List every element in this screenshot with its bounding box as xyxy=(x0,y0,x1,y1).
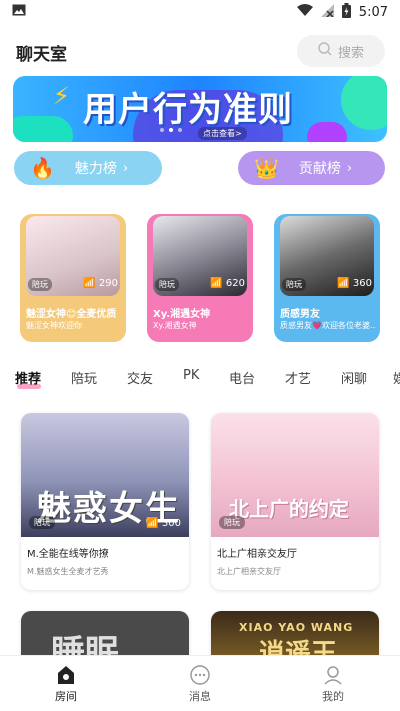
banner-subtitle: 点击查看> xyxy=(198,127,247,140)
wifi-icon xyxy=(296,4,313,20)
banner-decoration xyxy=(307,122,347,142)
room-tag: 陪玩 xyxy=(155,278,179,291)
hot-room-card[interactable]: 陪玩 📶 620 Xy.湘遇女神 Xy.湘遇女神 xyxy=(147,214,253,342)
room-count-value: 300 xyxy=(161,518,181,529)
nav-label: 消息 xyxy=(189,690,211,703)
tab-pk[interactable]: PK xyxy=(183,368,199,383)
gallery-icon xyxy=(12,4,26,20)
charm-ranking-button[interactable]: 🔥 魅力榜 › xyxy=(14,151,162,185)
room-count: 📶 360 xyxy=(337,278,372,289)
room-name: 质感男友 xyxy=(280,309,320,320)
nav-messages[interactable]: 消息 xyxy=(160,662,240,704)
chevron-right-icon: › xyxy=(346,160,353,176)
indicator-dot xyxy=(169,128,173,132)
room-count-value: 290 xyxy=(98,278,118,289)
room-count: 📶 300 xyxy=(146,518,181,529)
room-cover: 北上广的约定 陪玩 xyxy=(211,413,379,537)
contribution-ranking-label: 贡献榜 xyxy=(298,161,341,177)
tab-social[interactable]: 交友 xyxy=(127,368,153,387)
fire-icon: 🔥 xyxy=(30,156,55,180)
banner-indicator xyxy=(160,128,182,132)
tab-chat[interactable]: 闲聊 xyxy=(341,368,367,387)
room-tag: 陪玩 xyxy=(282,278,306,291)
category-tabs: 推荐 陪玩 交友 PK 电台 才艺 闲聊 娱 xyxy=(0,368,400,390)
charm-ranking-label: 魅力榜 xyxy=(74,161,117,177)
nav-rooms[interactable]: 房间 xyxy=(26,662,106,704)
battery-icon xyxy=(341,2,351,22)
chevron-right-icon: › xyxy=(122,160,129,176)
room-desc: Xy.湘遇女神 xyxy=(153,321,197,330)
room-tag: 陪玩 xyxy=(219,516,245,529)
room-name: 魅涩女神😊全麦优质 xyxy=(26,309,117,320)
room-count-value: 360 xyxy=(352,278,372,289)
tab-radio[interactable]: 电台 xyxy=(229,368,255,387)
bottom-nav: 房间 消息 我的 xyxy=(0,655,400,711)
indicator-dot xyxy=(178,128,182,132)
crown-icon: 👑 xyxy=(254,156,279,180)
room-card[interactable]: 魅惑女生 陪玩 📶 300 M.全能在线等你撩 M.魅惑女生全麦才艺秀 xyxy=(21,413,189,590)
banner[interactable]: ⚡ 用户行为准则 点击查看> xyxy=(13,76,387,142)
home-icon xyxy=(26,662,106,688)
room-subtitle: 北上广相亲交友厅 xyxy=(217,567,281,576)
page-title: 聊天室 xyxy=(16,45,67,65)
room-count: 📶 620 xyxy=(210,278,245,289)
banner-decoration xyxy=(341,76,387,130)
search-bar[interactable]: 搜索 xyxy=(297,35,385,67)
tab-entertainment[interactable]: 娱 xyxy=(393,368,400,387)
hot-room-card[interactable]: 陪玩 📶 290 魅涩女神😊全麦优质 魅涩女神欢迎你 xyxy=(20,214,126,342)
header: 聊天室 搜索 xyxy=(0,34,400,70)
room-tag: 陪玩 xyxy=(29,516,55,529)
no-signal-icon xyxy=(320,3,334,21)
banner-decoration xyxy=(13,116,73,142)
profile-icon xyxy=(293,662,373,688)
hot-room-card[interactable]: 陪玩 📶 360 质感男友 质感男友💗欢迎各位老婆... xyxy=(274,214,380,342)
tab-recommend[interactable]: 推荐 xyxy=(15,368,41,387)
room-title: 北上广相亲交友厅 xyxy=(217,549,297,560)
nav-label: 我的 xyxy=(322,690,344,703)
search-placeholder: 搜索 xyxy=(337,45,364,61)
room-subtitle: M.魅惑女生全麦才艺秀 xyxy=(27,567,109,576)
room-desc: 质感男友💗欢迎各位老婆... xyxy=(280,321,376,330)
status-time: 5:07 xyxy=(358,4,388,20)
room-name: Xy.湘遇女神 xyxy=(153,309,211,320)
cover-text: 北上广的约定 xyxy=(229,497,349,521)
room-tag: 陪玩 xyxy=(28,278,52,291)
lightning-icon: ⚡ xyxy=(53,82,70,110)
room-count: 📶 290 xyxy=(83,278,118,289)
room-card[interactable]: 北上广的约定 陪玩 北上广相亲交友厅 北上广相亲交友厅 xyxy=(211,413,379,590)
search-icon xyxy=(318,42,332,60)
tab-companion[interactable]: 陪玩 xyxy=(71,368,97,387)
tab-talent[interactable]: 才艺 xyxy=(285,368,311,387)
banner-title: 用户行为准则 xyxy=(83,90,293,130)
nav-label: 房间 xyxy=(55,690,77,703)
indicator-dot xyxy=(160,128,164,132)
message-icon xyxy=(160,662,240,688)
room-title: M.全能在线等你撩 xyxy=(27,549,109,560)
nav-profile[interactable]: 我的 xyxy=(293,662,373,704)
room-count-value: 620 xyxy=(225,278,245,289)
contribution-ranking-button[interactable]: 👑 贡献榜 › xyxy=(238,151,385,185)
status-bar: 5:07 xyxy=(0,0,400,24)
room-desc: 魅涩女神欢迎你 xyxy=(26,321,82,330)
room-cover: 魅惑女生 陪玩 📶 300 xyxy=(21,413,189,537)
